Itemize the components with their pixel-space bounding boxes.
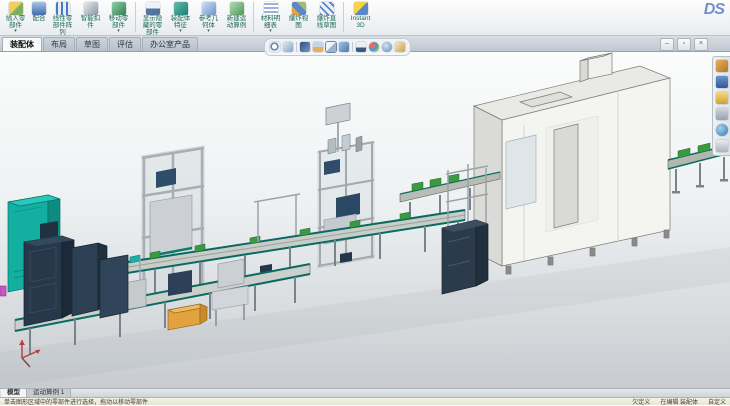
- tab-evaluate[interactable]: 评估: [109, 37, 141, 51]
- button-label: 插入零部件: [4, 15, 27, 29]
- assembly-features-icon: [174, 2, 188, 15]
- instant3d-button[interactable]: Instant3D: [347, 1, 374, 34]
- line-station[interactable]: [168, 270, 192, 296]
- heads-up-view-toolbar: [264, 38, 411, 56]
- button-label: Instant3D: [349, 15, 372, 29]
- button-label: 装配体特征: [169, 15, 192, 29]
- dassault-systemes-logo: DS: [704, 1, 724, 19]
- task-pane-strip: [712, 56, 730, 156]
- solidworks-resources-icon[interactable]: [716, 60, 728, 72]
- button-label: 显示隐藏的零部件: [141, 15, 164, 36]
- button-label: 线性零部件阵列: [51, 15, 74, 36]
- new-motion-study-icon: [230, 2, 244, 15]
- explode-line-sketch-button[interactable]: 爆炸直线草图: [313, 1, 340, 34]
- toolbar-separator: [135, 2, 136, 32]
- mate-icon: [32, 2, 46, 15]
- chevron-down-icon[interactable]: ▾: [269, 29, 272, 34]
- previous-view-icon[interactable]: [300, 42, 310, 52]
- tab-sketch[interactable]: 草图: [76, 37, 108, 51]
- assembly-model: [0, 52, 730, 388]
- smart-fasteners-button[interactable]: 智能扣件: [77, 1, 104, 34]
- button-label: 爆炸视图: [287, 15, 310, 29]
- exploded-view-button[interactable]: 爆炸视图: [285, 1, 312, 34]
- bill-of-materials-button[interactable]: 材料明细表 ▾: [257, 1, 284, 34]
- design-library-icon[interactable]: [716, 76, 728, 88]
- show-hidden-components-button[interactable]: 显示隐藏的零部件: [139, 1, 166, 34]
- exploded-view-icon: [292, 2, 306, 15]
- move-component-icon: [112, 2, 126, 15]
- linear-component-pattern-button[interactable]: 线性零部件阵列 ▾: [49, 1, 76, 34]
- restore-button[interactable]: ▫: [677, 38, 691, 51]
- button-label: 材料明细表: [259, 15, 282, 29]
- reference-geometry-button[interactable]: 参考几何体 ▾: [195, 1, 222, 34]
- center-tower[interactable]: [318, 103, 374, 268]
- tab-office-products[interactable]: 办公室产品: [142, 37, 198, 51]
- toolbar-separator: [352, 42, 353, 52]
- status-bar: 单击图形区域中的零部件进行选择，拖动以移动零部件 欠定义 在编辑 装配体 自定义: [0, 397, 730, 405]
- command-manager-ribbon: 插入零部件 ▾ 配合 线性零部件阵列 ▾ 智能扣件 移动零部件 ▾ 显示隐藏的零…: [0, 0, 730, 36]
- custom-properties-icon[interactable]: [716, 140, 728, 152]
- minimize-button[interactable]: –: [660, 38, 674, 51]
- file-explorer-icon[interactable]: [716, 92, 728, 104]
- new-motion-study-button[interactable]: 新建运动算例: [223, 1, 250, 34]
- button-label: 配合: [33, 15, 46, 22]
- edit-appearance-icon[interactable]: [369, 42, 379, 52]
- linear-component-pattern-icon: [56, 2, 70, 15]
- appearances-scenes-icon[interactable]: [716, 124, 728, 136]
- graphics-area[interactable]: [0, 52, 730, 388]
- view-palette-icon[interactable]: [716, 108, 728, 120]
- button-label: 爆炸直线草图: [315, 15, 338, 29]
- display-style-icon[interactable]: [339, 42, 349, 52]
- apply-scene-icon[interactable]: [382, 42, 392, 52]
- button-label: 智能扣件: [79, 15, 102, 29]
- view-orientation-icon[interactable]: [326, 42, 336, 52]
- toolbar-separator: [296, 42, 297, 52]
- toolbar-separator: [253, 2, 254, 32]
- toolbar-separator: [343, 2, 344, 32]
- move-component-button[interactable]: 移动零部件 ▾: [105, 1, 132, 34]
- view-settings-icon[interactable]: [395, 42, 405, 52]
- bill-of-materials-icon: [264, 2, 278, 15]
- tab-layout[interactable]: 布局: [43, 37, 75, 51]
- annotation-flag[interactable]: [0, 286, 6, 296]
- hide-show-items-icon[interactable]: [356, 42, 366, 52]
- assembly-features-button[interactable]: 装配体特征 ▾: [167, 1, 194, 34]
- close-button[interactable]: ×: [694, 38, 708, 51]
- model-motion-tabbar: 模型 运动算例 1: [0, 388, 730, 397]
- button-label: 新建运动算例: [225, 15, 248, 29]
- smart-fasteners-icon: [84, 2, 98, 15]
- explode-line-sketch-icon: [320, 2, 334, 15]
- line-station[interactable]: [218, 259, 244, 288]
- chevron-down-icon[interactable]: ▾: [179, 29, 182, 34]
- document-window-controls: – ▫ ×: [660, 38, 708, 51]
- mate-button[interactable]: 配合: [30, 1, 48, 34]
- chevron-down-icon[interactable]: ▾: [117, 29, 120, 34]
- tab-assembly[interactable]: 装配体: [2, 37, 42, 51]
- tab-model[interactable]: 模型: [1, 389, 27, 397]
- zoom-fit-icon[interactable]: [270, 42, 280, 52]
- button-label: 移动零部件: [107, 15, 130, 29]
- section-view-icon[interactable]: [313, 42, 323, 52]
- reference-geometry-icon: [202, 2, 216, 15]
- zoom-area-icon[interactable]: [283, 42, 293, 52]
- insert-components-icon: [9, 2, 23, 15]
- instant3d-icon: [354, 2, 368, 15]
- chevron-down-icon[interactable]: ▾: [14, 29, 17, 34]
- button-label: 参考几何体: [197, 15, 220, 29]
- machine-enclosure[interactable]: [474, 53, 670, 274]
- chevron-down-icon[interactable]: ▾: [207, 29, 210, 34]
- show-hidden-components-icon: [146, 2, 160, 15]
- insert-components-button[interactable]: 插入零部件 ▾: [2, 1, 29, 34]
- tab-motion-study-1[interactable]: 运动算例 1: [27, 389, 71, 397]
